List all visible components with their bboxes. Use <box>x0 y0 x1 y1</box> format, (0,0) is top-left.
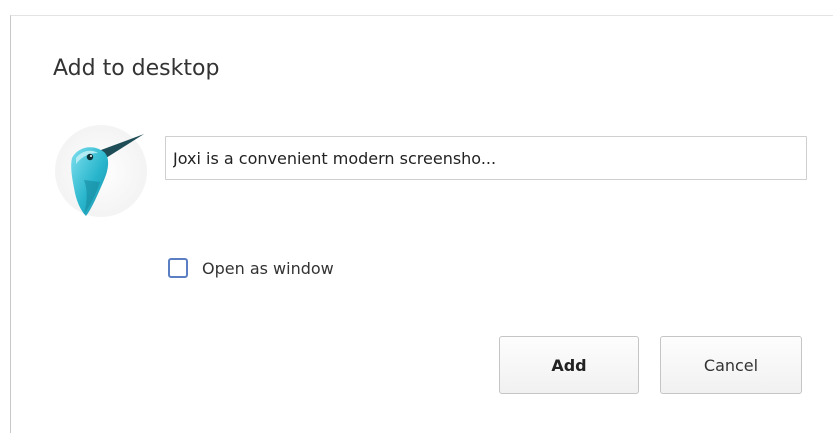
dialog-title: Add to desktop <box>53 56 220 81</box>
open-as-window-option[interactable]: Open as window <box>168 258 334 278</box>
app-name-input[interactable] <box>165 136 807 180</box>
open-as-window-label: Open as window <box>202 258 334 278</box>
add-to-desktop-dialog: Add to desktop Joxi is a convenient mode… <box>10 15 833 433</box>
cancel-button[interactable]: Cancel <box>660 336 802 394</box>
open-as-window-checkbox[interactable] <box>168 258 188 278</box>
joxi-bird-icon <box>54 124 149 219</box>
add-button[interactable]: Add <box>499 336 639 394</box>
